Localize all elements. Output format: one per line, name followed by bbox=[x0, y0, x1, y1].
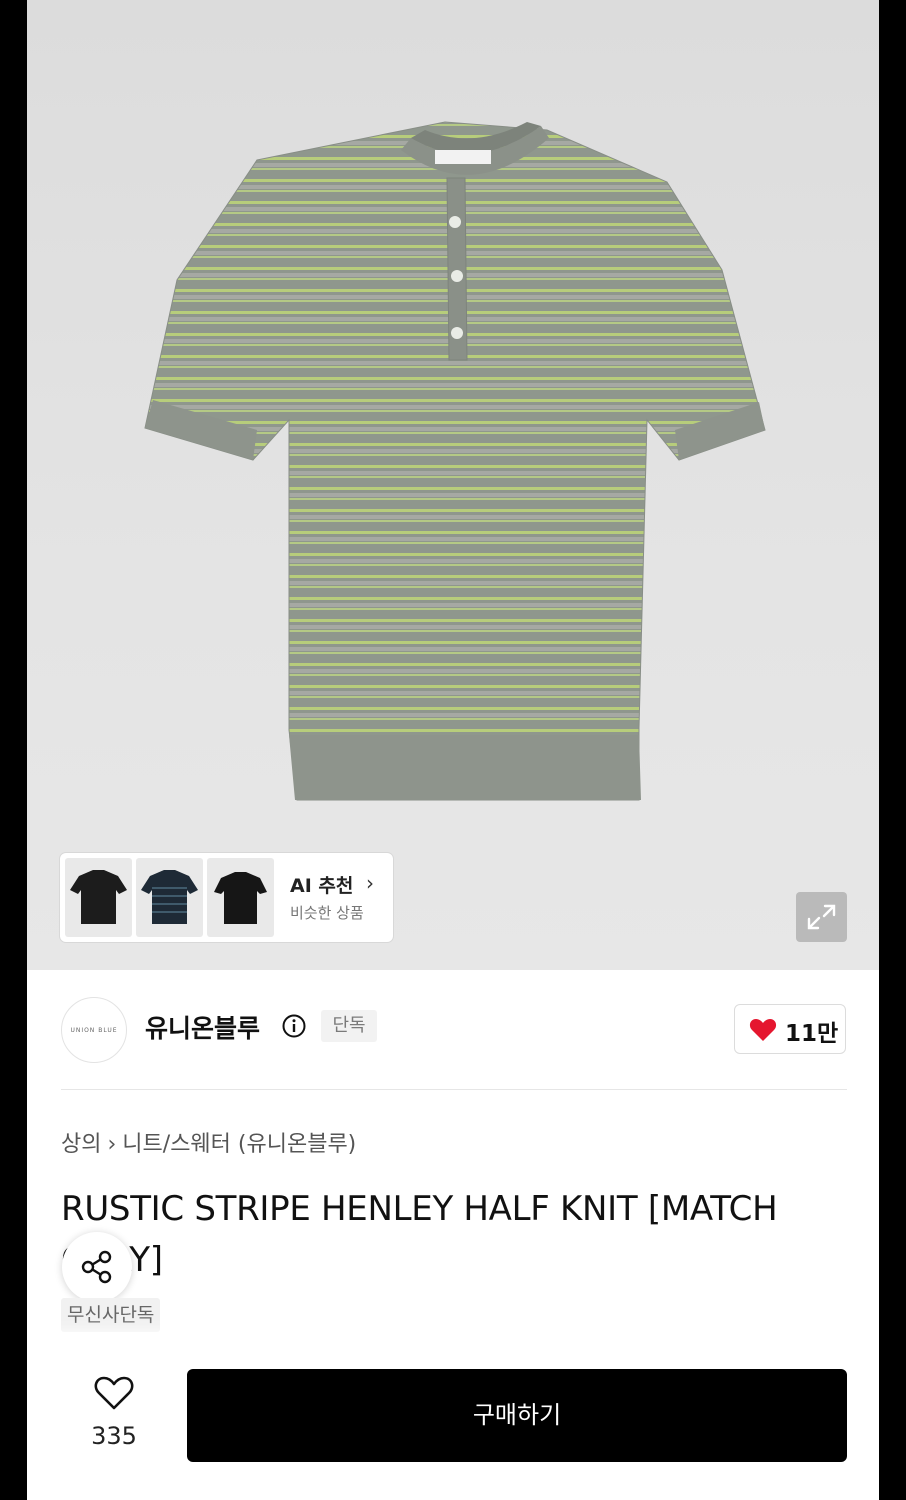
wishlist-button[interactable]: 335 bbox=[79, 1370, 149, 1460]
ai-recommend-subtitle: 비슷한 상품 bbox=[290, 904, 364, 922]
app-screen: AI 추천 › 비슷한 상품 UNION BLUE 유니온블루 단독 11만 상… bbox=[27, 0, 879, 1500]
chevron-right-icon: › bbox=[107, 1132, 117, 1157]
brand-like-count: 11만 bbox=[785, 1021, 839, 1047]
share-button[interactable] bbox=[62, 1232, 132, 1302]
heart-filled-icon bbox=[749, 1019, 777, 1041]
brand-logo[interactable]: UNION BLUE bbox=[61, 997, 127, 1063]
brand-name[interactable]: 유니온블루 bbox=[145, 1009, 260, 1045]
wishlist-count: 335 bbox=[91, 1422, 137, 1450]
breadcrumb: 상의 › 니트/스웨터 (유니온블루) bbox=[61, 1126, 356, 1158]
chevron-right-icon: › bbox=[366, 871, 374, 895]
share-icon bbox=[81, 1250, 112, 1284]
musinsa-exclusive-badge: 무신사단독 bbox=[61, 1298, 161, 1332]
breadcrumb-category[interactable]: 상의 bbox=[61, 1132, 101, 1157]
product-title: RUSTIC STRIPE HENLEY HALF KNIT [MATCH GR… bbox=[61, 1189, 778, 1280]
heart-outline-icon bbox=[94, 1376, 134, 1410]
recommend-thumb-3[interactable] bbox=[207, 858, 274, 937]
brand-like-button[interactable]: 11만 bbox=[734, 1004, 846, 1054]
recommend-thumb-1[interactable] bbox=[65, 858, 132, 937]
brand-row: UNION BLUE 유니온블루 단독 11만 bbox=[27, 995, 879, 1065]
breadcrumb-subcategory[interactable]: 니트/스웨터 (유니온블루) bbox=[122, 1132, 356, 1157]
recommend-thumb-2[interactable] bbox=[136, 858, 203, 937]
ai-recommend-title[interactable]: AI 추천 bbox=[290, 871, 353, 898]
ai-recommend-box[interactable]: AI 추천 › 비슷한 상품 bbox=[60, 853, 393, 942]
divider bbox=[61, 1089, 847, 1090]
brand-logo-text: UNION BLUE bbox=[70, 1026, 118, 1034]
info-icon[interactable] bbox=[282, 1014, 306, 1038]
exclusive-badge: 단독 bbox=[321, 1010, 377, 1042]
expand-icon bbox=[807, 904, 836, 930]
expand-image-button[interactable] bbox=[796, 892, 847, 942]
product-image[interactable] bbox=[27, 0, 879, 970]
buy-button[interactable]: 구매하기 bbox=[187, 1369, 847, 1462]
bottom-action-bar: 335 구매하기 bbox=[27, 1340, 879, 1500]
product-image-area[interactable]: AI 추천 › 비슷한 상품 bbox=[27, 0, 879, 970]
